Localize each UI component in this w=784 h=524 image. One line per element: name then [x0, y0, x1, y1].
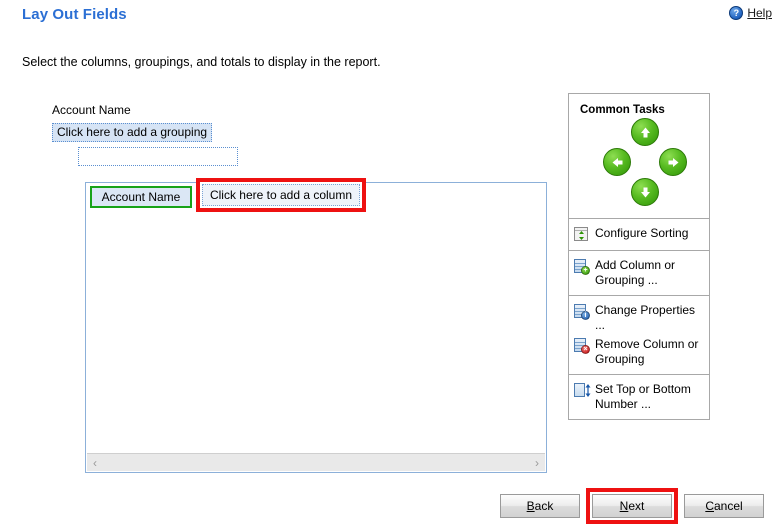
- add-column-icon: +: [574, 259, 590, 275]
- next-button[interactable]: Next: [592, 494, 672, 518]
- common-tasks-nav-section: Common Tasks: [569, 94, 709, 218]
- cancel-button-accel: C: [705, 499, 714, 513]
- add-column-placeholder[interactable]: Click here to add a column: [202, 184, 360, 206]
- arrow-left-icon[interactable]: [603, 148, 631, 176]
- instruction-text: Select the columns, groupings, and total…: [22, 55, 381, 69]
- arrow-right-icon[interactable]: [659, 148, 687, 176]
- task-label: Add Column or Grouping ...: [595, 258, 676, 287]
- back-button-accel: B: [526, 499, 535, 513]
- cancel-button-label: ancel: [713, 499, 743, 513]
- page-title: Lay Out Fields: [22, 6, 127, 23]
- grouping-field-label: Account Name: [52, 103, 131, 117]
- back-button[interactable]: Back: [500, 494, 580, 518]
- help-label: Help: [747, 6, 772, 20]
- scroll-right-icon[interactable]: ›: [529, 456, 545, 470]
- task-configure-sorting[interactable]: Configure Sorting: [574, 224, 705, 245]
- add-column-highlight: Click here to add a column: [196, 178, 366, 212]
- task-remove-column-or-grouping[interactable]: × Remove Column or Grouping: [574, 335, 705, 369]
- sort-icon: [574, 227, 590, 243]
- question-mark-circle-icon: ?: [729, 6, 744, 20]
- common-tasks-add-section: + Add Column or Grouping ...: [569, 250, 709, 295]
- top-bottom-number-icon: [574, 383, 591, 399]
- nav-arrow-group: [574, 118, 705, 210]
- arrow-up-icon[interactable]: [631, 118, 659, 146]
- task-add-column-or-grouping[interactable]: + Add Column or Grouping ...: [574, 256, 705, 290]
- task-set-top-or-bottom-number[interactable]: Set Top or Bottom Number ...: [574, 380, 705, 414]
- help-link[interactable]: ? Help: [729, 6, 772, 20]
- back-button-label: ack: [534, 499, 554, 513]
- scroll-left-icon[interactable]: ‹: [87, 456, 103, 470]
- properties-icon: i: [574, 304, 590, 320]
- task-label: Set Top or Bottom Number ...: [595, 382, 691, 411]
- grouping-area: Account Name Click here to add a groupin…: [52, 103, 238, 166]
- grouping-empty-slot[interactable]: [78, 147, 238, 166]
- task-label: Change Properties ...: [595, 303, 696, 332]
- common-tasks-title: Common Tasks: [580, 104, 665, 116]
- dialog-footer: Back Next Cancel: [0, 487, 784, 524]
- column-account-name[interactable]: Account Name: [90, 186, 192, 208]
- report-design-panel[interactable]: Account Name Click here to add a column …: [85, 178, 547, 473]
- remove-column-icon: ×: [574, 338, 590, 354]
- next-button-label: ext: [628, 499, 645, 513]
- cancel-button[interactable]: Cancel: [684, 494, 764, 518]
- task-label: Configure Sorting: [595, 226, 689, 240]
- add-grouping-placeholder[interactable]: Click here to add a grouping: [52, 123, 212, 142]
- task-change-properties[interactable]: i Change Properties ...: [574, 301, 705, 335]
- horizontal-scrollbar[interactable]: ‹ ›: [87, 453, 545, 471]
- common-tasks-panel: Common Tasks Configure Sorting + Add Col…: [568, 93, 710, 420]
- common-tasks-modify-section: i Change Properties ... × Remove Column …: [569, 295, 709, 374]
- arrow-down-icon[interactable]: [631, 178, 659, 206]
- common-tasks-sorting-section: Configure Sorting: [569, 218, 709, 250]
- common-tasks-topbottom-section: Set Top or Bottom Number ...: [569, 374, 709, 419]
- task-label: Remove Column or Grouping: [595, 337, 699, 366]
- report-column-header-row: Account Name: [90, 186, 192, 208]
